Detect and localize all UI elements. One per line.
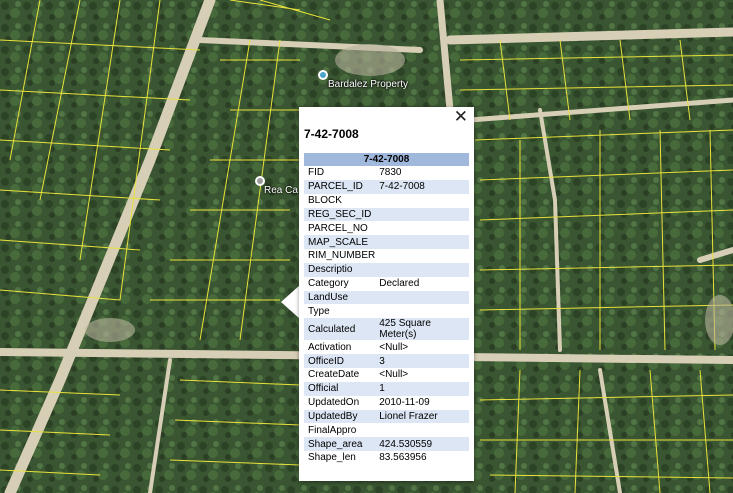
attribute-key: PARCEL_ID: [304, 179, 376, 194]
attribute-key: RIM_NUMBER: [308, 250, 376, 262]
place-label-rea[interactable]: Rea Ca: [264, 185, 298, 196]
popup-title: 7-42-7008: [304, 127, 359, 141]
place-label-bardalez[interactable]: Bardalez Property: [328, 79, 408, 90]
attribute-key: LandUse: [304, 290, 376, 305]
attribute-key: Calculated: [304, 318, 376, 341]
table-row: Category Declared: [304, 277, 469, 291]
attribute-key: Activation: [308, 341, 352, 353]
attribute-value: [375, 423, 469, 437]
attribute-key: UpdatedOn: [308, 397, 360, 409]
attribute-value: [375, 194, 469, 208]
attribute-key: FinalAppro: [308, 424, 357, 436]
attribute-key: MAP_SCALE: [304, 235, 376, 250]
attribute-value: <Null>: [379, 369, 409, 381]
parcel-info-popup: ✕ 7-42-7008 7-42-7008 FID 7830 PARCEL_ID 7-…: [299, 107, 474, 481]
attribute-value: 7-42-7008: [375, 179, 469, 194]
table-row: RIM_NUMBER: [304, 249, 469, 263]
attribute-key: BLOCK: [308, 195, 342, 207]
attribute-key: UpdatedBy: [304, 409, 376, 424]
attribute-value: [375, 249, 469, 263]
table-row: CreateDate <Null>: [304, 368, 469, 382]
map-pin-icon[interactable]: [318, 70, 328, 80]
table-row: Type: [304, 304, 469, 318]
table-row: UpdatedOn 2010-11-09: [304, 396, 469, 410]
table-row: Shape_area 424.530559: [304, 437, 469, 452]
attribute-value: 425 Square Meter(s): [375, 318, 469, 341]
table-row: Official 1: [304, 381, 469, 396]
table-row: REG_SEC_ID: [304, 207, 469, 222]
attribute-key: Descriptio: [304, 262, 376, 277]
table-row: Shape_len 83.563956: [304, 451, 469, 465]
table-row: Calculated 425 Square Meter(s): [304, 318, 469, 341]
attribute-key: REG_SEC_ID: [304, 207, 376, 222]
popup-pointer: [281, 285, 300, 319]
table-row: MAP_SCALE: [304, 235, 469, 250]
attribute-key: Category: [308, 278, 349, 290]
table-row: UpdatedBy Lionel Frazer: [304, 409, 469, 424]
attribute-value: [375, 207, 469, 222]
attribute-value: [375, 221, 469, 235]
table-row: PARCEL_ID 7-42-7008: [304, 179, 469, 194]
attribute-value: 1: [375, 381, 469, 396]
attribute-value: <Null>: [379, 341, 409, 353]
table-row: FID 7830: [304, 166, 469, 180]
attribute-value: Lionel Frazer: [375, 409, 469, 424]
attribute-value: [375, 290, 469, 305]
attribute-value: [375, 262, 469, 277]
attribute-key: PARCEL_NO: [308, 222, 368, 234]
attribute-value: 424.530559: [375, 437, 469, 452]
attribute-key: Official: [304, 381, 376, 396]
attribute-table-header: 7-42-7008: [304, 153, 469, 166]
attribute-key: Type: [308, 305, 330, 317]
table-row: LandUse: [304, 290, 469, 305]
attribute-key: Shape_area: [304, 437, 376, 452]
table-row: PARCEL_NO: [304, 221, 469, 235]
attribute-value: 7830: [379, 167, 402, 179]
attribute-key: Shape_len: [308, 452, 356, 464]
attribute-key: CreateDate: [308, 369, 360, 381]
attribute-table: 7-42-7008 FID 7830 PARCEL_ID 7-42-7008 BLOCK…: [304, 153, 469, 465]
table-row: FinalAppro: [304, 423, 469, 437]
attribute-value: 83.563956: [379, 452, 427, 464]
table-row: Descriptio: [304, 262, 469, 277]
table-row: OfficeID 3: [304, 354, 469, 368]
table-row: BLOCK: [304, 194, 469, 208]
attribute-value: Declared: [379, 278, 420, 290]
table-row: Activation <Null>: [304, 340, 469, 354]
attribute-value: [375, 304, 469, 318]
attribute-key: FID: [308, 167, 325, 179]
attribute-value: [375, 235, 469, 250]
attribute-key: OfficeID: [304, 354, 376, 368]
attribute-value: 3: [375, 354, 469, 368]
attribute-value: 2010-11-09: [379, 397, 430, 409]
close-icon[interactable]: ✕: [454, 107, 468, 127]
